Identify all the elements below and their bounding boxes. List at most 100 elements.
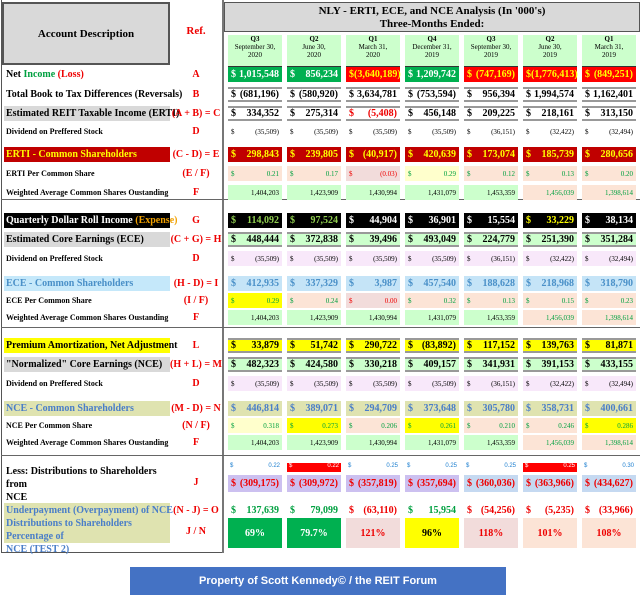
- value-cell: $305,780: [464, 401, 518, 416]
- cell-value: 305,780: [482, 403, 516, 414]
- currency-symbol: $: [408, 89, 413, 100]
- value-cell: 1,404,203: [228, 310, 282, 325]
- row-ref: (N / F): [182, 420, 210, 431]
- row-label-part: Dividend on Preffered Stock: [6, 379, 103, 388]
- row-label-part: Underpayment (Overpayment) of NCE: [6, 505, 173, 516]
- value-cell: $457,540: [405, 276, 459, 291]
- cell-value: 79,099: [310, 505, 339, 516]
- value-cell: $358,731: [523, 401, 577, 416]
- value-cell: 1,431,079: [405, 310, 459, 325]
- cell-value: 0.23: [620, 296, 633, 305]
- currency-symbol: $: [408, 127, 412, 136]
- cell-value: (681,196): [239, 89, 279, 100]
- value-cell: $ (32,494): [582, 251, 636, 266]
- value-cell: $493,049: [405, 232, 459, 247]
- column-header: Q3 September 30, 2019: [464, 35, 518, 67]
- cell-value: 36,901: [428, 215, 457, 226]
- currency-symbol: $: [349, 108, 354, 119]
- currency-symbol: $: [467, 340, 472, 351]
- currency-symbol: $: [290, 89, 295, 100]
- cell-value: (35,509): [255, 379, 279, 388]
- cell-value: 1,431,079: [428, 438, 456, 447]
- row-label: Premium Amortization, Net Adjustment: [4, 338, 177, 353]
- cell-value: (36,151): [491, 379, 515, 388]
- per-share-value: 0.25: [386, 463, 398, 469]
- value-cell: $185,739: [523, 147, 577, 162]
- value-cell: $856,234: [287, 67, 341, 82]
- value-cell: $0.12: [464, 166, 518, 181]
- value-cell: $188,628: [464, 276, 518, 291]
- cell-value: 0.24: [325, 296, 338, 305]
- cell-value: (32,422): [550, 254, 574, 263]
- column-header-d: September 30,: [470, 43, 512, 51]
- value-cell: $ (83,892): [405, 338, 459, 353]
- currency-symbol: $: [231, 421, 235, 430]
- cell-value: (753,594): [416, 89, 456, 100]
- row-label: Weighted Average Common Shares Oustandin…: [4, 310, 170, 325]
- row-label-part: Income: [101, 215, 136, 226]
- currency-symbol: $: [408, 278, 413, 289]
- column-header-q: Q3: [250, 35, 260, 43]
- currency-symbol: $: [408, 478, 413, 489]
- value-cell: $341,931: [464, 357, 518, 372]
- currency-symbol: $: [408, 379, 412, 388]
- account-description-label: Account Description: [37, 27, 135, 40]
- currency-symbol: $: [467, 421, 471, 430]
- cell-value: 33,229: [546, 215, 575, 226]
- cell-value: 391,153: [541, 359, 575, 370]
- currency-symbol: $: [231, 505, 236, 516]
- value-cell: $ (32,422): [523, 376, 577, 391]
- cell-value: 290,722: [364, 340, 398, 351]
- column-header-y: 2019: [602, 51, 616, 59]
- currency-symbol: $: [290, 505, 295, 516]
- currency-symbol: $: [585, 278, 590, 289]
- value-cell: $117,152: [464, 338, 518, 353]
- cell-value: 0.00: [384, 296, 397, 305]
- currency-symbol: $: [408, 69, 413, 80]
- cell-value: 400,661: [600, 403, 634, 414]
- row-label-part: Less: Distributions to Shareholders from: [6, 466, 157, 490]
- value-cell: $ (5,408): [346, 106, 400, 121]
- column-header-q: Q2: [309, 35, 319, 43]
- value-cell: 1,456,039: [523, 310, 577, 325]
- cell-value: 185,739: [541, 149, 575, 160]
- currency-symbol: $: [408, 403, 413, 414]
- currency-symbol: $: [349, 169, 353, 178]
- cell-value: (35,509): [255, 127, 279, 136]
- cell-value: 3,634,781: [357, 89, 397, 100]
- cell-value: 412,935: [246, 278, 280, 289]
- row-label: Net Income (Loss): [4, 67, 170, 82]
- currency-symbol: $: [349, 359, 354, 370]
- cell-value: 351,284: [600, 234, 634, 245]
- row-ref: D: [192, 126, 200, 137]
- value-cell: $337,329: [287, 276, 341, 291]
- currency-symbol: $: [584, 463, 588, 469]
- currency-symbol: $: [526, 169, 530, 178]
- cell-value: (363,966): [534, 478, 574, 489]
- cell-value: (32,422): [550, 379, 574, 388]
- row-label-part: Distributions to Shareholders Percentage…: [6, 518, 132, 542]
- column-header-d: June 30,: [302, 43, 326, 51]
- value-cell: $1,162,401: [582, 87, 636, 102]
- value-cell: 1,431,079: [405, 185, 459, 200]
- column-header: Q1 March 31, 2020: [346, 35, 400, 67]
- currency-symbol: $: [349, 278, 354, 289]
- value-cell: $ (32,494): [582, 124, 636, 139]
- currency-symbol: $: [467, 215, 472, 226]
- cell-value: 137,639: [246, 505, 280, 516]
- currency-symbol: $: [466, 463, 470, 469]
- currency-symbol: $: [408, 296, 412, 305]
- cell-value: 456,148: [423, 108, 457, 119]
- value-cell: $ (363,966): [523, 475, 577, 492]
- per-share-value: 0.25: [563, 463, 575, 469]
- value-cell: $ (35,509): [228, 251, 282, 266]
- value-cell: $0.206: [346, 418, 400, 433]
- cell-value: (1,776,413): [531, 69, 578, 80]
- cell-value: 433,155: [600, 359, 634, 370]
- cell-value: (309,972): [298, 478, 338, 489]
- currency-symbol: $: [349, 127, 353, 136]
- column-header: Q1 March 31, 2019: [582, 35, 636, 67]
- column-header-d: March 31,: [358, 43, 388, 51]
- value-cell: $0.318: [228, 418, 282, 433]
- cell-value: 1,453,359: [487, 313, 515, 322]
